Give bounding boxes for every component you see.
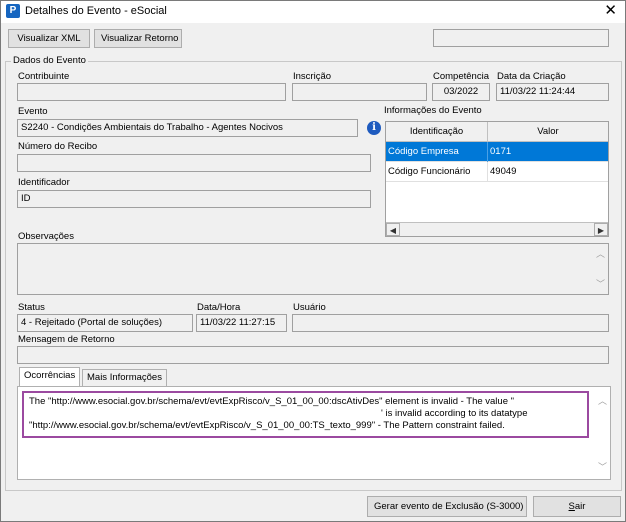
data-hora-field: 11/03/22 11:27:15 <box>196 314 287 332</box>
app-logo-icon: P <box>6 4 20 18</box>
status-field: 4 - Rejeitado (Portal de soluções) <box>17 314 193 332</box>
ocorrencia-line-1: The "http://www.esocial.gov.br/schema/ev… <box>29 396 515 407</box>
observacoes-scrollbar[interactable]: ︿ ﹀ <box>593 244 608 294</box>
data-hora-label: Data/Hora <box>197 302 241 313</box>
info-icon[interactable]: i <box>367 121 381 135</box>
gerar-exclusao-button[interactable]: Gerar evento de Exclusão (S-3000) <box>367 496 527 517</box>
status-label: Status <box>18 302 45 313</box>
mensagem-retorno-label: Mensagem de Retorno <box>18 334 115 345</box>
grid-cell-identificacao: Código Funcionário <box>386 162 488 182</box>
inscricao-label: Inscrição <box>293 71 332 82</box>
grid-cell-identificacao: Código Empresa <box>386 142 488 162</box>
usuario-label: Usuário <box>293 302 326 313</box>
sair-button[interactable]: Sair <box>533 496 621 517</box>
title-bar: P Detalhes do Evento - eSocial ✕ <box>1 1 625 23</box>
observacoes-memo[interactable]: ︿ ﹀ <box>17 243 609 295</box>
data-criacao-field: 11/03/22 11:24:44 <box>496 83 609 101</box>
usuario-field <box>292 314 609 332</box>
toolbar-status-field <box>433 29 609 47</box>
event-details-window: P Detalhes do Evento - eSocial ✕ Visuali… <box>0 0 626 522</box>
scroll-right-icon[interactable]: ▶ <box>594 223 608 236</box>
evento-label: Evento <box>18 106 48 117</box>
grid-cell-valor: 49049 <box>490 166 517 177</box>
ocorrencia-message-box[interactable]: The "http://www.esocial.gov.br/schema/ev… <box>22 391 589 438</box>
identificador-label: Identificador <box>18 177 70 188</box>
numero-recibo-label: Número do Recibo <box>18 141 98 152</box>
scroll-down-icon[interactable]: ﹀ <box>593 277 608 291</box>
scroll-left-icon[interactable]: ◀ <box>386 223 400 236</box>
grid-header: Identificação Valor <box>386 122 608 142</box>
scroll-up-icon[interactable]: ︿ <box>595 394 610 408</box>
informacoes-evento-grid[interactable]: Identificação Valor Código Empresa 0171 … <box>385 121 609 237</box>
scroll-up-icon[interactable]: ︿ <box>593 247 608 261</box>
visualizar-retorno-button[interactable]: Visualizar Retorno <box>94 29 182 48</box>
grid-horizontal-scrollbar[interactable]: ◀ ▶ <box>386 222 608 236</box>
data-criacao-label: Data da Criação <box>497 71 566 82</box>
contribuinte-field <box>17 83 286 101</box>
contribuinte-label: Contribuinte <box>18 71 70 82</box>
informacoes-evento-title: Informações do Evento <box>384 105 482 116</box>
observacoes-label: Observações <box>18 231 74 242</box>
window-title: Detalhes do Evento - eSocial <box>25 5 167 17</box>
tab-mais-informacoes[interactable]: Mais Informações <box>82 369 167 387</box>
visualizar-xml-button[interactable]: Visualizar XML <box>8 29 90 48</box>
grid-header-valor[interactable]: Valor <box>488 122 608 142</box>
dados-do-evento-title: Dados do Evento <box>11 55 88 66</box>
numero-recibo-field <box>17 154 371 172</box>
tab-ocorrencias[interactable]: Ocorrências <box>19 367 81 387</box>
scroll-down-icon[interactable]: ﹀ <box>595 460 610 474</box>
close-icon[interactable]: ✕ <box>604 3 617 19</box>
ocorrencia-line-2: ' is invalid according to its datatype <box>381 408 528 419</box>
mensagem-retorno-field <box>17 346 609 364</box>
ocorrencias-scrollbar[interactable]: ︿ ﹀ <box>595 388 610 478</box>
competencia-field: 03/2022 <box>432 83 490 101</box>
grid-header-identificacao[interactable]: Identificação <box>386 122 488 142</box>
grid-row[interactable]: Código Empresa 0171 <box>386 142 608 162</box>
grid-row[interactable]: Código Funcionário 49049 <box>386 162 608 182</box>
grid-cell-valor: 0171 <box>490 146 512 157</box>
identificador-field: ID <box>17 190 371 208</box>
evento-field: S2240 - Condições Ambientais do Trabalho… <box>17 119 358 137</box>
ocorrencia-line-3: "http://www.esocial.gov.br/schema/evt/ev… <box>29 420 505 431</box>
inscricao-field <box>292 83 427 101</box>
competencia-label: Competência <box>433 71 489 82</box>
